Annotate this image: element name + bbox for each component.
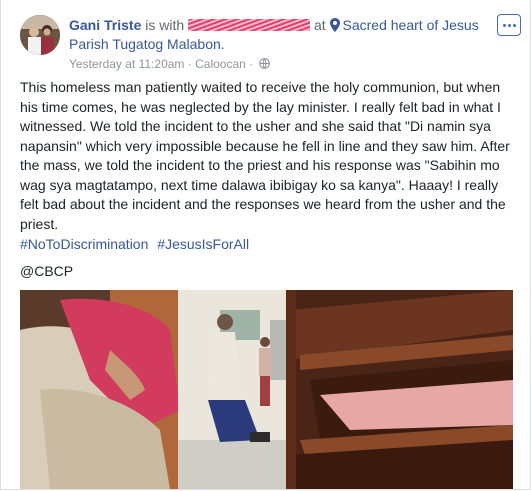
redacted-tagged-name xyxy=(188,19,311,31)
more-dot-1 xyxy=(502,23,506,27)
post-place[interactable]: Caloocan xyxy=(195,57,246,71)
post-photo[interactable] xyxy=(20,290,513,489)
map-pin-icon xyxy=(329,18,340,32)
meta-separator: · xyxy=(187,57,192,71)
post-body: This homeless man patiently waited to re… xyxy=(20,79,510,232)
post-meta: Yesterday at 11:20am · Caloocan · xyxy=(69,57,270,71)
more-dot-3 xyxy=(512,23,516,27)
location-line2: Parish Tugatog Malabon. xyxy=(69,36,225,52)
author-avatar[interactable] xyxy=(20,15,60,55)
hashtag-list: #NoToDiscrimination #JesusIsForAll xyxy=(20,236,254,252)
with-text: is with xyxy=(145,17,185,33)
meta-separator-2: · xyxy=(249,57,254,71)
at-text: at xyxy=(313,17,326,33)
author-name[interactable]: Gani Triste xyxy=(69,17,141,33)
church-interior-photo xyxy=(20,290,513,489)
post-header: Gani Triste is with at Sacred heart of J… xyxy=(69,16,489,54)
post-card: Gani Triste is with at Sacred heart of J… xyxy=(0,0,531,490)
globe-icon[interactable] xyxy=(258,58,270,69)
post-timestamp[interactable]: Yesterday at 11:20am xyxy=(69,57,184,71)
location-line1: Sacred heart of Jesus xyxy=(342,17,479,33)
mention-text: @CBCP xyxy=(20,263,74,279)
hashtag-link[interactable]: #JesusIsForAll xyxy=(157,236,249,252)
more-options-icon[interactable] xyxy=(497,14,521,36)
more-dot-2 xyxy=(507,23,511,27)
hashtag-link[interactable]: #NoToDiscrimination xyxy=(20,236,148,252)
